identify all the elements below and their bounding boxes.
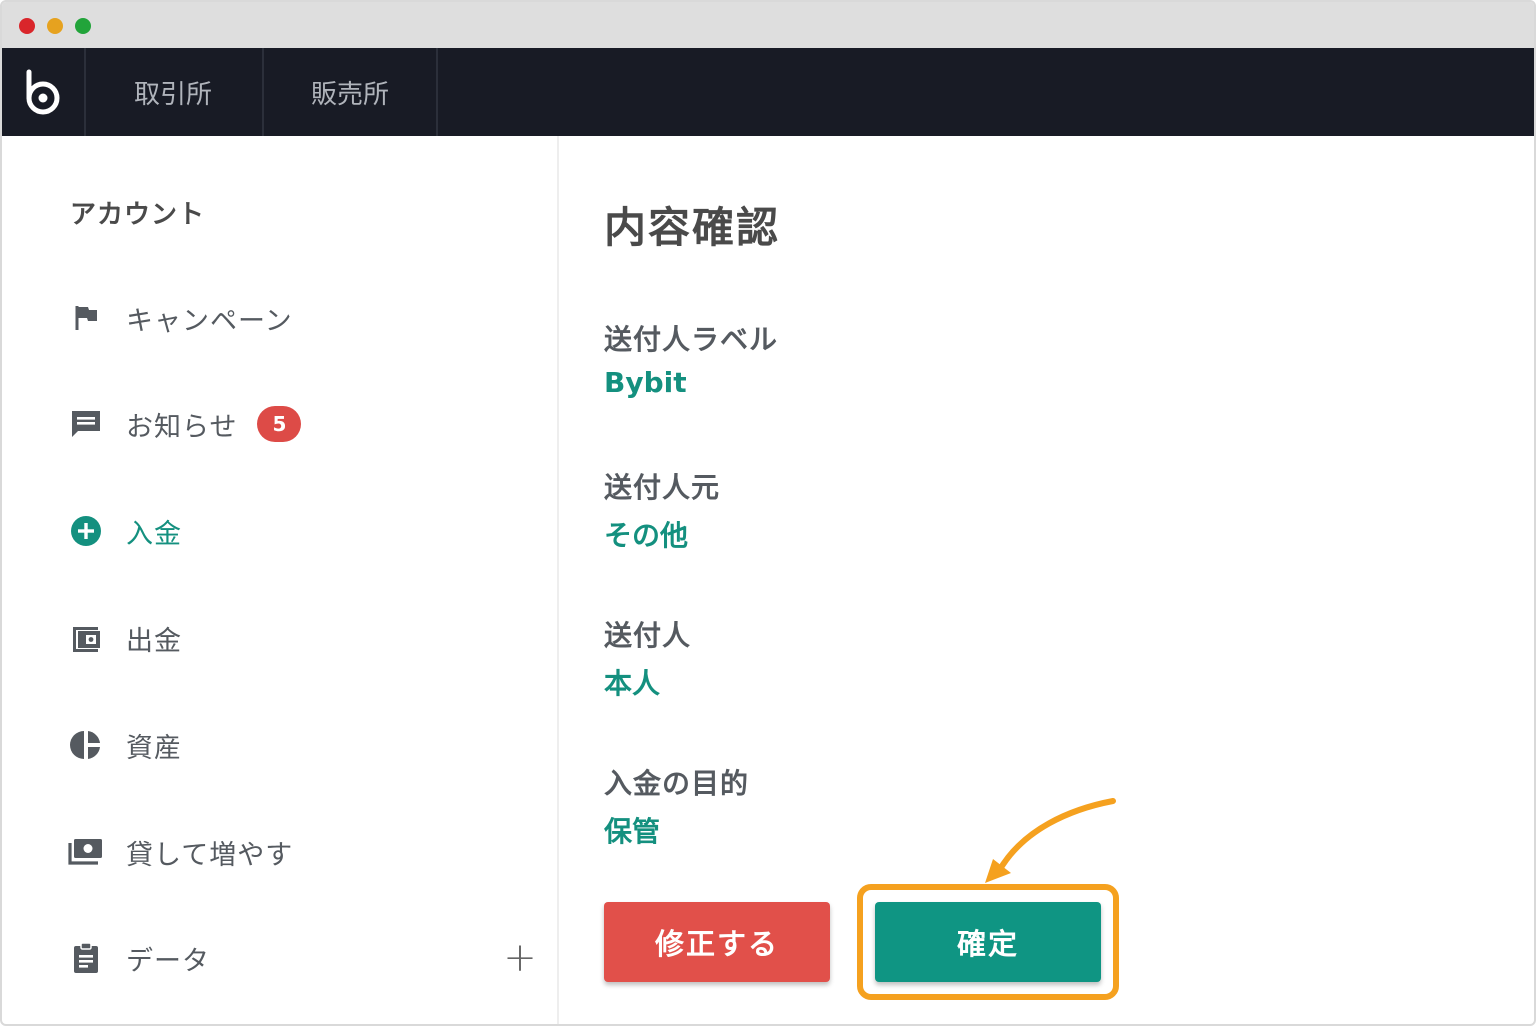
sidebar-item-label: データ	[126, 945, 210, 977]
expand-plus-icon[interactable]: +	[502, 935, 538, 981]
field-value: その他	[604, 519, 689, 552]
wallet-icon	[68, 620, 104, 656]
sidebar-item-assets[interactable]: 資産	[68, 723, 538, 767]
message-icon	[68, 406, 104, 442]
field-label: 入金の目的	[604, 767, 750, 800]
sidebar-item-news[interactable]: お知らせ 5	[68, 402, 538, 446]
plus-circle-icon	[68, 513, 104, 549]
field-value: 本人	[604, 667, 661, 700]
field-label: 送付人	[604, 619, 692, 652]
bitbank-logo-icon[interactable]	[2, 48, 84, 136]
sidebar-item-data[interactable]: データ +	[68, 935, 538, 981]
sidebar: アカウント キャンペーン お知らせ 5 入金 出金 資産 貸して増やす データ …	[2, 136, 559, 1024]
main-content: 内容確認 送付人ラベル Bybit 送付人元 その他 送付人 本人 入金の目的 …	[561, 136, 1534, 1024]
field-value: 保管	[604, 815, 661, 848]
sidebar-item-label: 資産	[126, 732, 182, 764]
maximize-window-button[interactable]	[75, 18, 91, 34]
pointer-arrow-icon	[985, 798, 1116, 883]
sidebar-item-deposit[interactable]: 入金	[68, 509, 538, 553]
clipboard-icon	[68, 940, 104, 976]
nav-tab-brokerage[interactable]: 販売所	[262, 48, 438, 136]
close-window-button[interactable]	[19, 18, 35, 34]
confirm-button[interactable]: 確定	[875, 902, 1101, 982]
sidebar-item-label: キャンペーン	[126, 305, 293, 337]
sidebar-title: アカウント	[70, 200, 206, 230]
cash-icon	[68, 834, 104, 870]
field-value: Bybit	[604, 366, 687, 399]
minimize-window-button[interactable]	[47, 18, 63, 34]
sidebar-item-label: 入金	[126, 518, 182, 550]
app-window: 取引所 販売所 アカウント キャンペーン お知らせ 5 入金 出金 資産 貸して…	[0, 0, 1536, 1026]
nav-tab-exchange[interactable]: 取引所	[84, 48, 260, 136]
page-title: 内容確認	[604, 203, 781, 252]
sidebar-item-campaign[interactable]: キャンペーン	[68, 296, 538, 340]
field-label: 送付人元	[604, 471, 721, 504]
sidebar-item-withdraw[interactable]: 出金	[68, 616, 538, 660]
window-titlebar	[2, 2, 1534, 48]
sidebar-item-label: お知らせ	[126, 411, 238, 443]
sidebar-item-lending[interactable]: 貸して増やす	[68, 830, 538, 874]
flag-icon	[68, 300, 104, 336]
sidebar-item-label: 出金	[126, 625, 182, 657]
notification-badge: 5	[257, 406, 302, 442]
edit-button[interactable]: 修正する	[604, 902, 830, 982]
pie-chart-icon	[68, 727, 104, 763]
sidebar-item-label: 貸して増やす	[126, 839, 294, 871]
top-navbar: 取引所 販売所	[2, 48, 1534, 136]
field-label: 送付人ラベル	[604, 323, 779, 356]
